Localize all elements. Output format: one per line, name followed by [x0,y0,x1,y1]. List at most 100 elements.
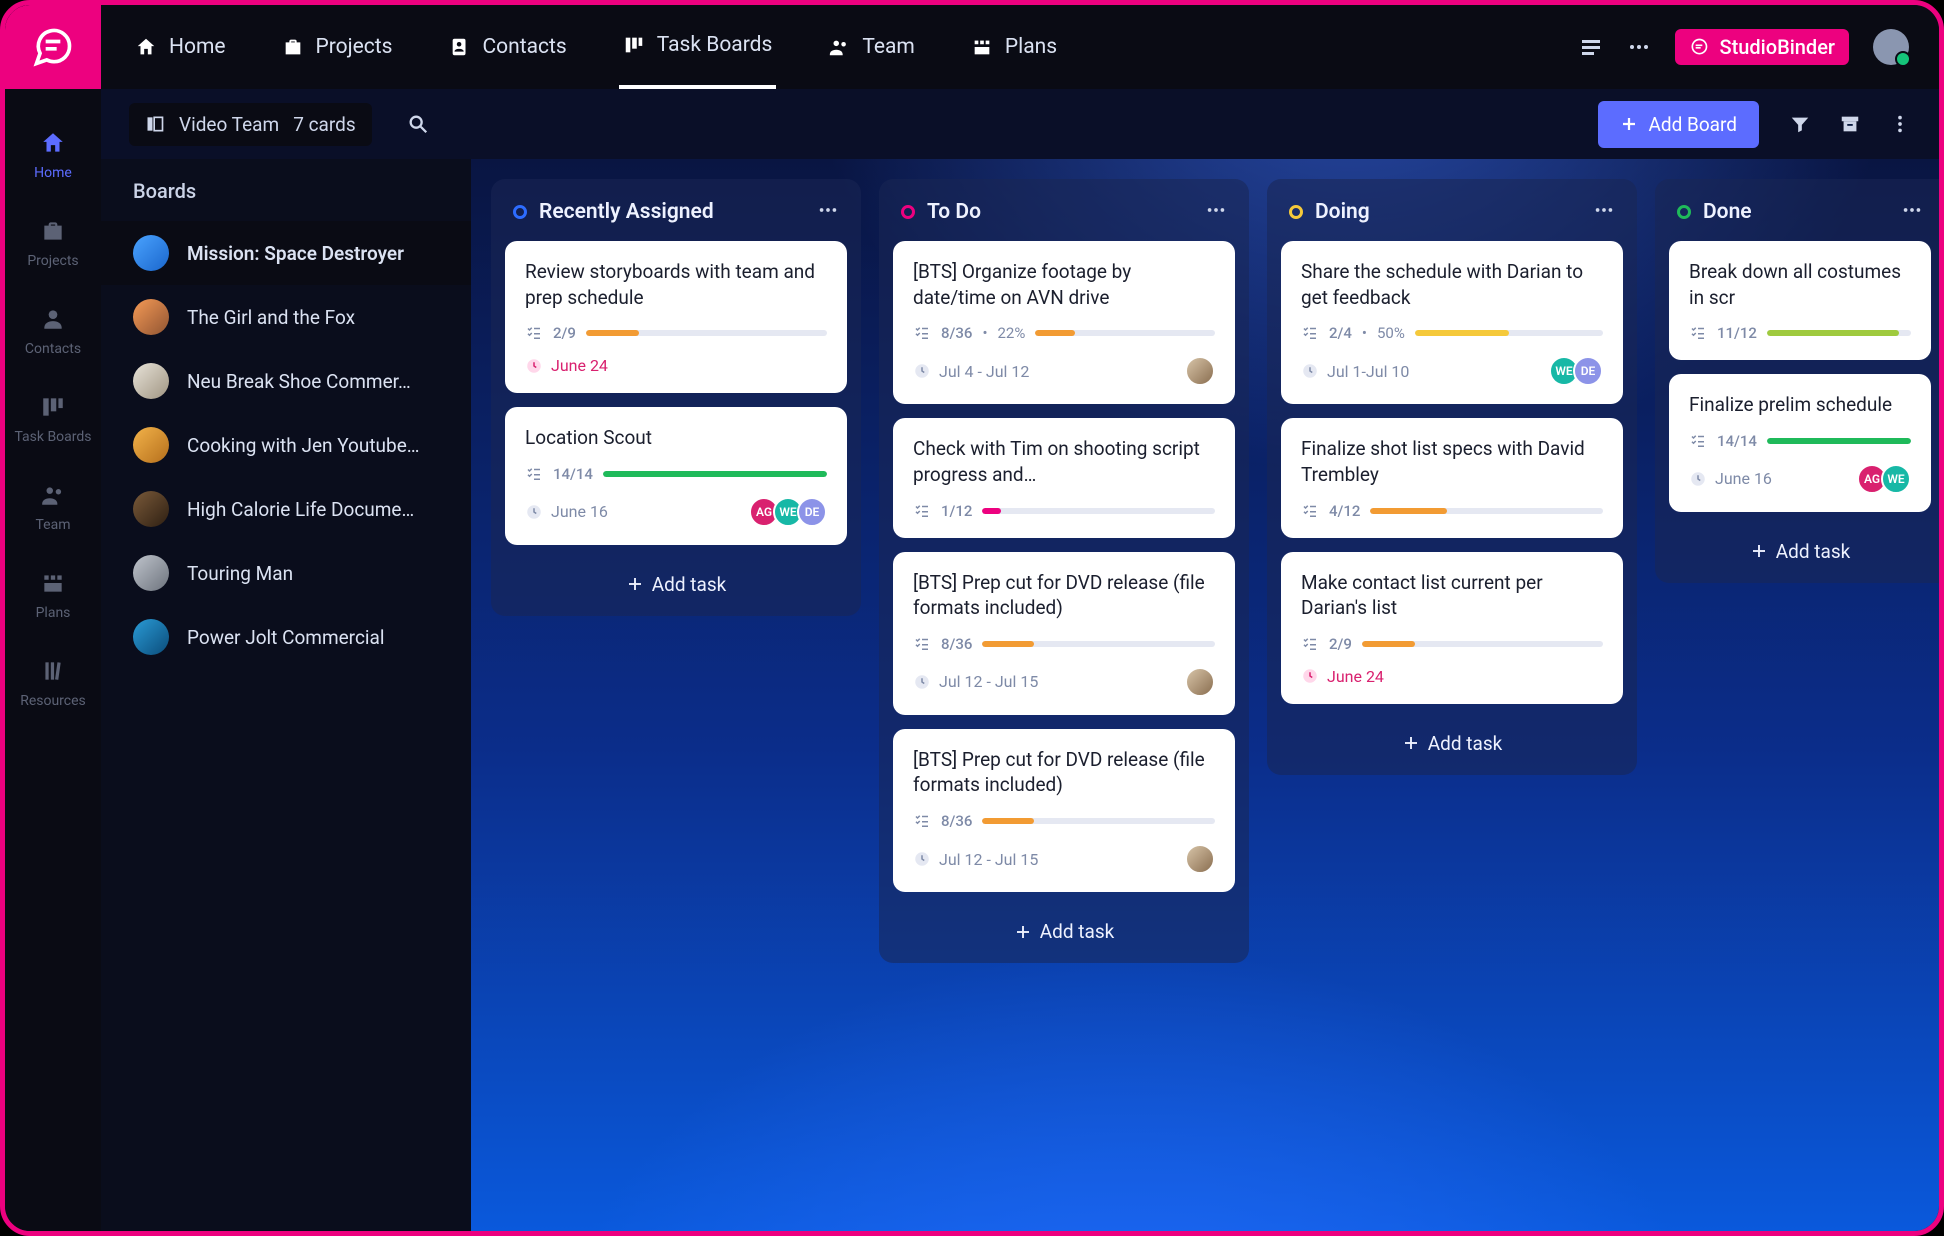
task-card[interactable]: [BTS] Prep cut for DVD release (file for… [893,729,1235,892]
assignee-avatar[interactable]: DE [797,497,827,527]
nav-home[interactable]: Home [34,129,72,181]
nav-plans[interactable]: Plans [36,569,71,621]
archive-icon[interactable] [1839,113,1861,135]
sidebar-project[interactable]: Mission: Space Destroyer [101,221,471,285]
assignee-avatar[interactable] [1185,356,1215,386]
add-task-button[interactable]: Add task [893,906,1235,949]
nav-team[interactable]: Team [36,481,71,533]
task-card[interactable]: Break down all costumes in scr11/12 [1669,241,1931,360]
nav-label: Projects [27,253,78,269]
nav-taskboards[interactable]: Task Boards [14,393,91,445]
nav-resources[interactable]: Resources [20,657,86,709]
card-footer: Jul 1-Jul 10WEDE [1301,356,1603,386]
plus-icon [1402,734,1420,752]
kanban-canvas[interactable]: Recently AssignedReview storyboards with… [471,159,1939,1231]
menu-team[interactable]: Team [824,5,919,89]
checklist-icon [525,465,543,483]
card-progress: 4/12 [1301,502,1603,520]
card-progress: 8/36 [913,635,1215,653]
user-avatar[interactable] [1873,29,1909,65]
add-task-button[interactable]: Add task [1669,526,1931,569]
more-vertical-icon[interactable] [1889,113,1911,135]
clock-icon [525,357,543,375]
card-date: June 24 [525,356,608,375]
progress-bar [982,641,1215,647]
task-card[interactable]: Check with Tim on shooting script progre… [893,418,1235,537]
more-icon[interactable] [1627,35,1651,59]
home-icon [135,36,157,58]
task-card[interactable]: Make contact list current per Darian's l… [1281,552,1623,704]
brand-pill[interactable]: StudioBinder [1675,29,1849,65]
card-progress: 8/36•22% [913,324,1215,342]
column-header: To Do [893,193,1235,241]
sidebar-project[interactable]: The Girl and the Fox [101,285,471,349]
nav-contacts[interactable]: Contacts [25,305,81,357]
assignee-stack [1191,356,1215,386]
assignee-avatar[interactable] [1185,844,1215,874]
column-more-icon[interactable] [1205,199,1227,225]
card-title: Make contact list current per Darian's l… [1301,570,1603,621]
card-footer: Jul 12 - Jul 15 [913,667,1215,697]
sidebar-project[interactable]: Touring Man [101,541,471,605]
assignee-stack: AGWEDE [755,497,827,527]
task-card[interactable]: [BTS] Organize footage by date/time on A… [893,241,1235,404]
sidebar-project[interactable]: Neu Break Shoe Commer… [101,349,471,413]
progress-bar [586,330,827,336]
clock-icon [913,850,931,868]
clock-icon [1689,470,1707,488]
card-footer: June 24 [1301,667,1603,686]
board-icon [145,114,165,134]
card-progress: 2/9 [525,324,827,342]
menu-home[interactable]: Home [131,5,230,89]
column-more-icon[interactable] [817,199,839,225]
assignee-avatar[interactable]: WE [1881,464,1911,494]
task-card[interactable]: Share the schedule with Darian to get fe… [1281,241,1623,404]
assignee-avatar[interactable] [1185,667,1215,697]
topbar: Home Projects Contacts Task Boards Team … [101,5,1939,89]
add-board-button[interactable]: Add Board [1598,101,1759,148]
card-count: 8/36 [941,635,972,653]
add-task-button[interactable]: Add task [1281,718,1623,761]
columns-icon [623,34,645,56]
board-name: Video Team [179,113,279,136]
menu-projects[interactable]: Projects [278,5,397,89]
search-button[interactable] [402,108,434,140]
grid-icon [971,36,993,58]
progress-bar [1370,508,1603,514]
column-more-icon[interactable] [1593,199,1615,225]
menu-contacts[interactable]: Contacts [445,5,571,89]
add-task-button[interactable]: Add task [505,559,847,602]
card-progress: 14/14 [525,465,827,483]
menu-taskboards[interactable]: Task Boards [619,5,777,89]
menu-plans[interactable]: Plans [967,5,1061,89]
column-more-icon[interactable] [1901,199,1923,225]
column-header: Done [1669,193,1931,241]
sidebar-project[interactable]: High Calorie Life Docume… [101,477,471,541]
task-card[interactable]: Location Scout14/14June 16AGWEDE [505,407,847,545]
task-card[interactable]: [BTS] Prep cut for DVD release (file for… [893,552,1235,715]
task-card[interactable]: Finalize prelim schedule14/14June 16AGWE [1669,374,1931,512]
separator: • [982,324,987,342]
task-card[interactable]: Finalize shot list specs with David Trem… [1281,418,1623,537]
card-count: 2/4 [1329,324,1352,342]
kanban-column: DoingShare the schedule with Darian to g… [1267,179,1637,775]
add-board-label: Add Board [1648,113,1737,136]
filter-icon[interactable] [1789,113,1811,135]
home-icon [39,129,67,157]
card-footer: Jul 4 - Jul 12 [913,356,1215,386]
boards-sidebar: Boards Mission: Space DestroyerThe Girl … [101,159,471,1231]
task-card[interactable]: Review storyboards with team and prep sc… [505,241,847,393]
list-view-icon[interactable] [1579,35,1603,59]
brand-logo[interactable] [5,5,101,89]
nav-projects[interactable]: Projects [27,217,78,269]
sidebar-project[interactable]: Power Jolt Commercial [101,605,471,669]
kanban-column: To Do[BTS] Organize footage by date/time… [879,179,1249,963]
column-title: Done [1703,200,1889,224]
assignee-avatar[interactable]: DE [1573,356,1603,386]
sidebar-project[interactable]: Cooking with Jen Youtube… [101,413,471,477]
card-date: June 16 [1689,469,1772,488]
board-context[interactable]: Video Team 7 cards [129,103,372,146]
user-icon [39,305,67,333]
card-title: Share the schedule with Darian to get fe… [1301,259,1603,310]
books-icon [39,657,67,685]
